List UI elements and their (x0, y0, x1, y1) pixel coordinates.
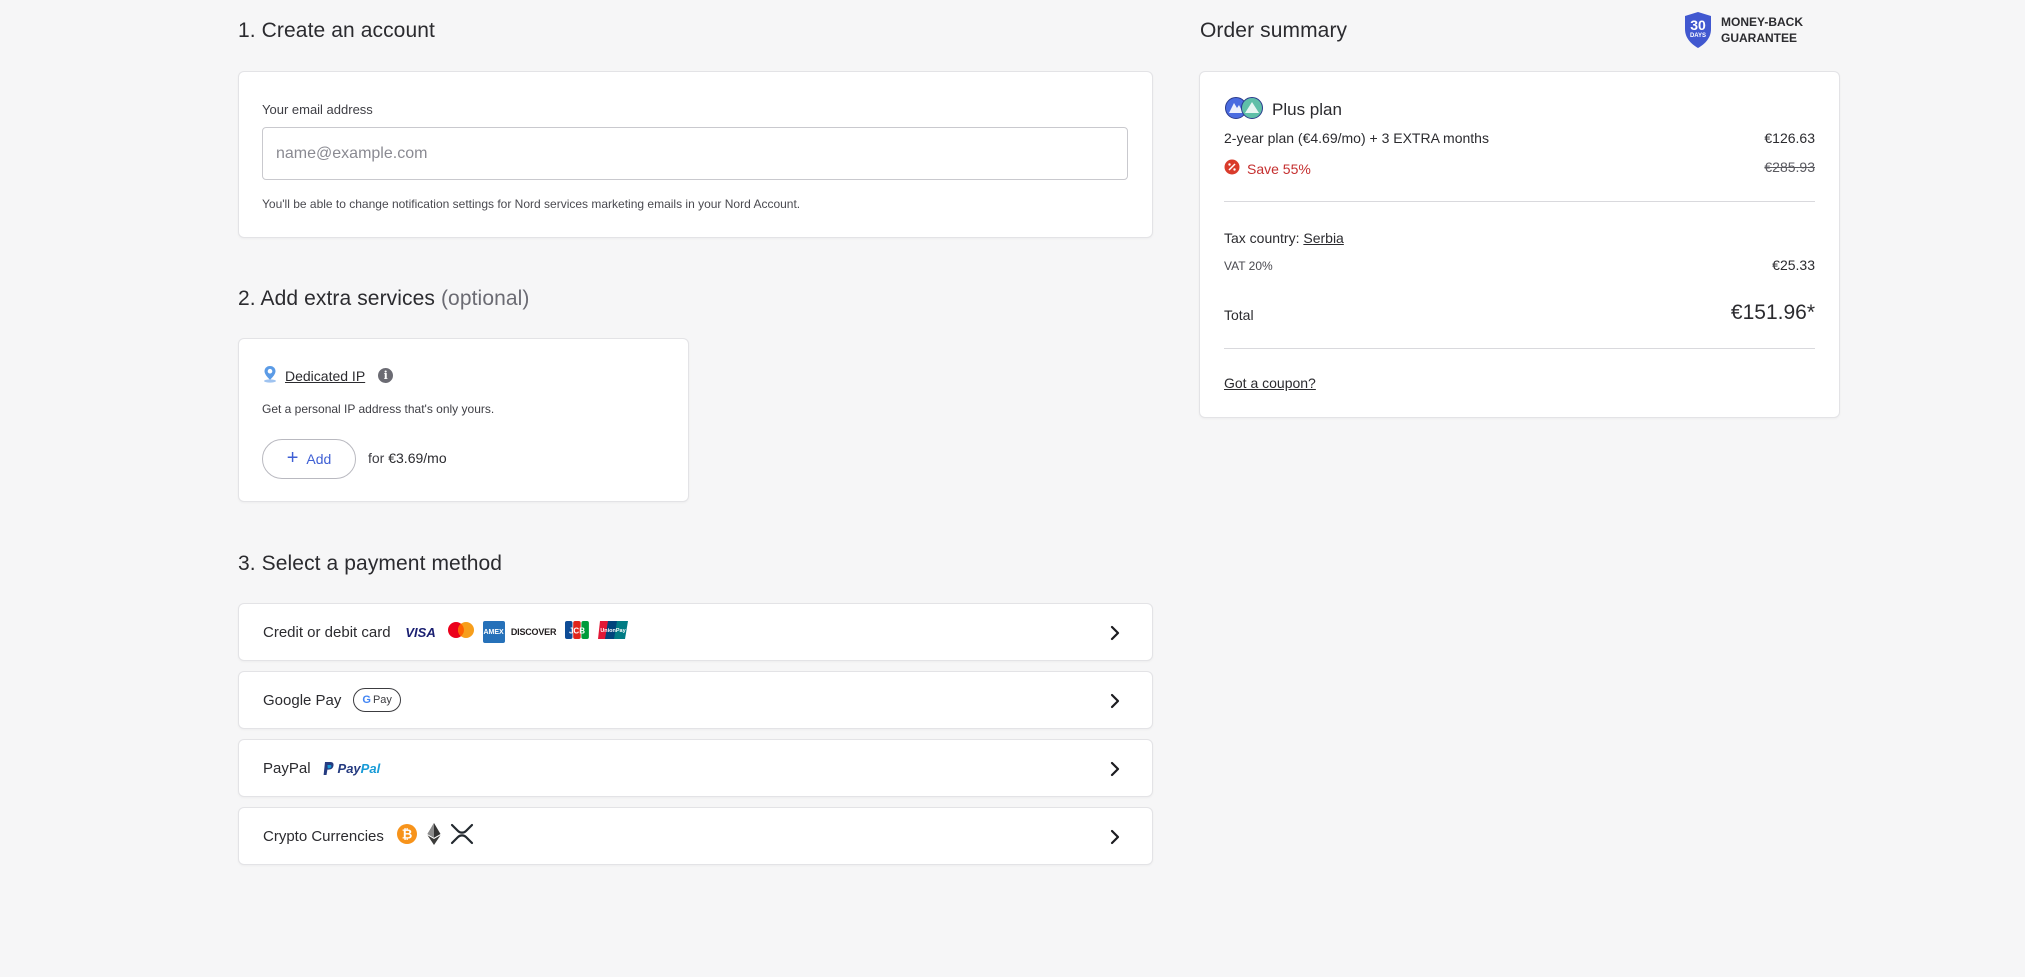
card-logos: VISA AMEX DISCOVER JCB UnionPay (403, 619, 629, 646)
amex-logo: AMEX (482, 621, 505, 643)
vat-label: VAT 20% (1224, 259, 1273, 273)
payment-label: Crypto Currencies (263, 827, 384, 845)
info-icon[interactable]: i (378, 368, 394, 383)
guarantee-line1: MONEY-BACK (1721, 15, 1804, 29)
svg-text:JCB: JCB (569, 626, 585, 635)
account-card: Your email address You'll be able to cha… (238, 71, 1153, 238)
step1-heading: 1. Create an account (238, 19, 435, 42)
payment-label: Google Pay (263, 691, 342, 709)
payment-paypal-row[interactable]: PayPal Pay Pal (238, 739, 1153, 797)
jcb-logo: JCB (563, 619, 591, 646)
money-back-guarantee: 30 DAYS MONEY-BACK GUARANTEE (1683, 11, 1803, 49)
divider (1224, 201, 1815, 202)
plan-price: €126.63 (1764, 130, 1815, 146)
dedicated-ip-card: Dedicated IP i Get a personal IP address… (238, 338, 689, 502)
payment-googlepay-row[interactable]: Google Pay G Pay (238, 671, 1153, 729)
coupon-link[interactable]: Got a coupon? (1224, 375, 1316, 391)
tax-label: Tax country: (1224, 230, 1300, 246)
ethereum-icon (426, 822, 442, 851)
service-price: for €3.69/mo (368, 450, 447, 466)
visa-logo: VISA (405, 624, 436, 640)
chevron-right-icon (1110, 625, 1120, 641)
discover-logo: DISCOVER (510, 627, 557, 637)
save-row: Save 55% (1224, 159, 1311, 178)
total-label: Total (1224, 307, 1254, 323)
discount-icon (1224, 159, 1240, 178)
payment-card-row[interactable]: Credit or debit card VISA AMEX DISCOVER … (238, 603, 1153, 661)
add-service-button[interactable]: + Add (262, 439, 356, 479)
step2-heading-optional: (optional) (440, 287, 530, 310)
location-pin-icon (262, 365, 278, 386)
old-price: €285.93 (1764, 159, 1815, 175)
paypal-logo: Pay Pal (323, 761, 380, 776)
step2-heading-text: 2. Add extra services (238, 287, 436, 310)
guarantee-line2: GUARANTEE (1721, 31, 1798, 45)
crypto-logos: ₿ (396, 822, 474, 851)
chevron-right-icon (1110, 761, 1120, 777)
tax-country-row: Tax country: Serbia (1224, 230, 1344, 246)
unionpay-logo: UnionPay (597, 619, 629, 646)
google-pay-logo: G Pay (353, 688, 401, 712)
plus-icon: + (286, 447, 299, 469)
vat-value: €25.33 (1772, 257, 1815, 273)
badge-unit: DAYS (1689, 33, 1707, 39)
email-field[interactable] (262, 127, 1128, 180)
save-label: Save 55% (1247, 160, 1311, 177)
payment-crypto-row[interactable]: Crypto Currencies ₿ (238, 807, 1153, 865)
mastercard-logo (445, 619, 477, 646)
bitcoin-icon: ₿ (396, 823, 418, 850)
plan-description: 2-year plan (€4.69/mo) + 3 EXTRA months (1224, 130, 1489, 146)
google-pay-text: Pay (372, 694, 392, 706)
svg-text:UnionPay: UnionPay (600, 628, 626, 634)
tax-country-link[interactable]: Serbia (1303, 230, 1343, 246)
email-hint: You'll be able to change notification se… (262, 197, 801, 211)
payment-label: PayPal (263, 759, 311, 777)
email-label: Your email address (262, 102, 373, 117)
chevron-right-icon (1110, 693, 1120, 709)
order-summary-heading: Order summary (1200, 19, 1348, 42)
plan-header: Plus plan (1224, 96, 1342, 123)
shield-badge-icon: 30 DAYS (1683, 11, 1713, 49)
svg-text:₿: ₿ (402, 827, 413, 842)
step2-heading: 2. Add extra services (optional) (238, 287, 530, 311)
price-prefix: for (368, 450, 385, 466)
chevron-right-icon (1110, 829, 1120, 845)
plan-name: Plus plan (1272, 99, 1342, 119)
dedicated-ip-link[interactable]: Dedicated IP (285, 368, 365, 384)
order-summary-card: Plus plan 2-year plan (€4.69/mo) + 3 EXT… (1199, 71, 1840, 418)
service-title: Dedicated IP i (262, 365, 394, 386)
price-value: €3.69/mo (388, 450, 447, 466)
payment-label: Credit or debit card (263, 623, 391, 641)
guarantee-text: MONEY-BACK GUARANTEE (1721, 14, 1803, 46)
total-value: €151.96* (1730, 301, 1815, 324)
ripple-icon (450, 823, 474, 850)
divider (1224, 348, 1815, 349)
step3-heading: 3. Select a payment method (238, 552, 503, 575)
add-button-label: Add (306, 451, 332, 467)
plan-icons (1224, 96, 1264, 123)
badge-number: 30 (1690, 17, 1706, 33)
service-description: Get a personal IP address that's only yo… (262, 402, 495, 416)
